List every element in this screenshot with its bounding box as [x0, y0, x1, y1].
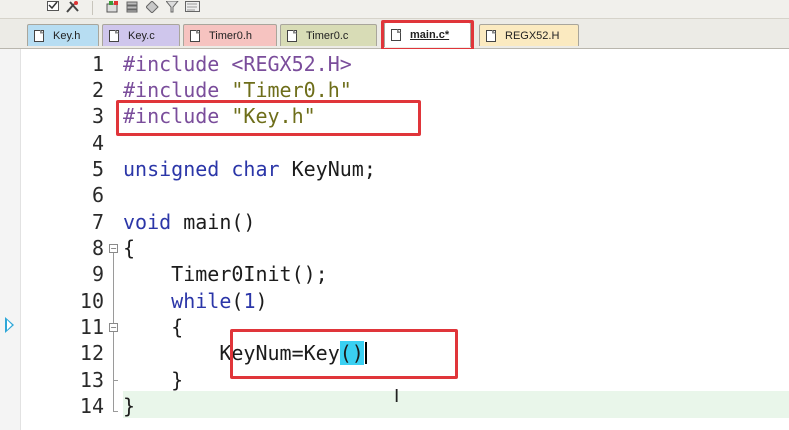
file-icon	[34, 29, 44, 42]
stack-icon[interactable]	[124, 0, 141, 15]
fold-toggle-icon[interactable]: −	[109, 244, 118, 253]
debug-window-icon[interactable]	[184, 0, 201, 15]
tools-icon[interactable]	[64, 0, 81, 15]
code-line[interactable]: {	[123, 235, 135, 261]
tab-label: Timer0.h	[209, 29, 252, 42]
tab-label: Timer0.c	[306, 29, 349, 42]
fold-end-marker	[113, 411, 118, 412]
code-line[interactable]: unsigned char KeyNum;	[123, 156, 376, 182]
line-number: 13	[79, 368, 104, 392]
tab-regx52-h[interactable]: REGX52.H	[479, 24, 579, 46]
code-line[interactable]: while(1)	[123, 288, 267, 314]
file-icon	[109, 29, 119, 42]
checkbox-icon[interactable]	[44, 0, 61, 15]
tab-label: REGX52.H	[505, 29, 560, 42]
line-number: 2	[91, 78, 104, 102]
tab-key-c[interactable]: Key.c	[102, 24, 180, 46]
text-cursor-icon: I	[394, 386, 400, 407]
include-key-annotation	[116, 100, 421, 136]
line-number: 6	[91, 183, 104, 207]
tab-timer0-h[interactable]: Timer0.h	[183, 24, 277, 46]
tab-key-h[interactable]: Key.h	[27, 24, 99, 46]
line-number: 10	[79, 289, 104, 313]
code-editor[interactable]: 1 2 3 4 5 6 7 8 9 10 11 12 13 14 − − #in…	[0, 49, 789, 430]
keynum-assignment-annotation	[230, 329, 458, 379]
line-number: 7	[91, 210, 104, 234]
tab-label: Key.c	[128, 29, 155, 42]
line-number: 5	[91, 157, 104, 181]
batch-build-icon[interactable]	[104, 0, 121, 15]
toolbar-separator	[92, 1, 93, 15]
line-number: 3	[91, 104, 104, 128]
line-number: 4	[91, 131, 104, 155]
fold-toggle-icon[interactable]: −	[109, 323, 118, 332]
code-line[interactable]: void main()	[123, 209, 255, 235]
current-line-highlight	[123, 391, 789, 418]
line-number: 8	[91, 236, 104, 260]
line-number: 9	[91, 262, 104, 286]
active-tab-annotation	[381, 20, 474, 51]
fold-end-marker	[113, 380, 118, 381]
file-icon	[190, 29, 200, 42]
code-line[interactable]: {	[123, 314, 183, 340]
tab-label: Key.h	[53, 29, 81, 42]
file-icon	[287, 29, 297, 42]
diamond-icon[interactable]	[144, 0, 161, 15]
code-line[interactable]: Timer0Init();	[123, 261, 328, 287]
code-line[interactable]: }	[123, 367, 183, 393]
filter-icon[interactable]	[164, 0, 181, 15]
file-icon	[486, 29, 496, 42]
tab-timer0-c[interactable]: Timer0.c	[280, 24, 377, 46]
line-number: 11	[79, 315, 104, 339]
line-number: 12	[79, 341, 104, 365]
line-number: 1	[91, 52, 104, 76]
toolbar	[0, 0, 789, 19]
fold-guide	[113, 253, 114, 411]
line-number: 14	[79, 394, 104, 418]
code-line[interactable]: #include <REGX52.H>	[123, 51, 352, 77]
code-line[interactable]: }	[123, 393, 135, 419]
